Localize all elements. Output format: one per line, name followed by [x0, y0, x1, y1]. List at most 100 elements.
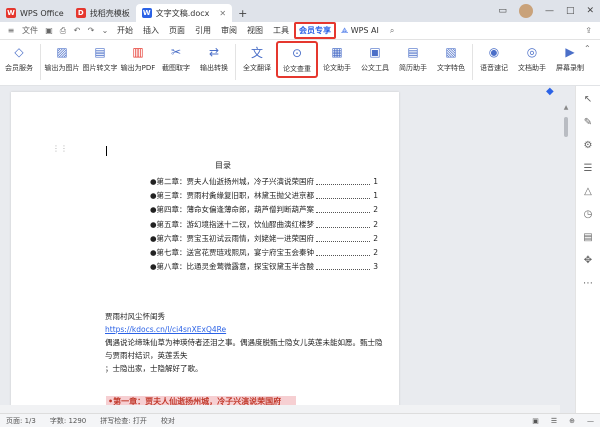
button-label: 图片转文字: [82, 64, 118, 72]
web-view-icon[interactable]: ⊕: [569, 417, 575, 425]
menu-view[interactable]: 视图: [242, 25, 268, 36]
text-feature-button[interactable]: ▧ 文字特色: [432, 44, 470, 73]
undo-icon[interactable]: ↶: [70, 26, 84, 35]
menu-bar: ≡ 文件 ▣ ⎙ ↶ ↷ ⌄ 开始 插入 页面 引用 审阅 视图 工具 会员专享…: [0, 22, 600, 40]
compass-icon[interactable]: ✥: [584, 255, 592, 266]
leader-dots: [316, 221, 370, 228]
paper-assistant-button[interactable]: ▦ 论文助手: [318, 44, 356, 73]
resume-assistant-button[interactable]: ▤ 简历助手: [394, 44, 432, 73]
vertical-scrollbar[interactable]: ▲: [560, 86, 572, 413]
proofread-button[interactable]: 校对: [161, 416, 175, 426]
spellcheck-toggle[interactable]: 拼写检查: 打开: [100, 416, 147, 426]
word-doc-icon: W: [141, 8, 152, 18]
location-pin-icon[interactable]: ◆: [546, 86, 554, 97]
more-dots-icon[interactable]: ⋯: [583, 278, 593, 289]
menu-tools[interactable]: 工具: [268, 25, 294, 36]
menu-insert[interactable]: 插入: [138, 25, 164, 36]
screenshot-text-button[interactable]: ✂ 截图取字: [157, 44, 195, 73]
history-icon[interactable]: ◷: [584, 209, 593, 220]
translate-button[interactable]: 文全文翻译: [238, 44, 276, 73]
paragraph: 贾雨村风尘怀闺秀: [105, 312, 165, 321]
style-icon[interactable]: ⚙: [584, 140, 593, 151]
scroll-thumb[interactable]: [564, 117, 568, 137]
screenshot-icon: ✂: [170, 45, 182, 59]
toc-entry[interactable]: ●第二章：贾夫人仙逝扬州城，冷子兴演说荣国府 1: [150, 174, 378, 188]
button-label: 截图取字: [162, 64, 190, 72]
shapes-icon[interactable]: △: [584, 186, 592, 197]
toc-entry[interactable]: ●第五章：游幻境指迷十二钗，饮仙醪曲演红楼梦 2: [150, 217, 378, 231]
edit-icon[interactable]: ✎: [584, 117, 592, 128]
export-image-button[interactable]: ▨ 输出为图片: [43, 44, 81, 73]
word-count[interactable]: 字数: 1290: [50, 416, 86, 426]
paragraph: ；士隐出家，士隐解好了歌。: [105, 364, 203, 373]
outline-icon[interactable]: ☰: [551, 417, 557, 425]
view-mode-icon[interactable]: ▣: [532, 417, 539, 425]
menu-member[interactable]: 会员专享: [294, 22, 336, 39]
button-label: 论文查重: [283, 65, 311, 73]
toc-page: 3: [373, 262, 378, 272]
document-link[interactable]: https://kdocs.cn/l/ci4snXExQ4Re: [105, 323, 385, 336]
redo-icon[interactable]: ↷: [84, 26, 98, 35]
tab-wps-office[interactable]: W WPS Office: [0, 4, 70, 22]
doc-assistant-button[interactable]: ◎ 文档助手: [513, 44, 551, 73]
official-doc-button[interactable]: ▣ 公文工具: [356, 44, 394, 73]
sliders-icon[interactable]: ☰: [584, 163, 593, 174]
zoom-out-icon[interactable]: —: [587, 417, 594, 425]
toc-page: 2: [373, 219, 378, 229]
clipboard-icon[interactable]: ▤: [583, 232, 592, 243]
menu-icon[interactable]: ≡: [4, 26, 18, 35]
window-list-icon[interactable]: ▭: [498, 6, 507, 16]
close-tab-icon[interactable]: ✕: [219, 9, 226, 18]
menu-home[interactable]: 开始: [112, 25, 138, 36]
toc-entry[interactable]: ●第七章：送宫花贾琏戏熙凤，宴宁府宝玉会秦钟 2: [150, 245, 378, 259]
toc-entry[interactable]: ●第三章：贾雨村夤缘复旧职，林黛玉抛父进京都 1: [150, 188, 378, 202]
close-button[interactable]: ✕: [586, 6, 594, 16]
file-menu-label[interactable]: 文件: [18, 25, 42, 36]
export-convert-button[interactable]: ⇄ 输出转换: [195, 44, 233, 73]
save-icon[interactable]: ▣: [42, 26, 56, 35]
tab-document[interactable]: W 文字文稿.docx ✕: [135, 4, 233, 22]
more-icon[interactable]: ⌄: [98, 26, 112, 35]
tab-docer[interactable]: D 找稻壳模板: [70, 4, 136, 22]
cursor-tool-icon[interactable]: ↖: [584, 94, 592, 105]
divider: [235, 44, 236, 80]
share-button[interactable]: ⇪: [585, 26, 592, 35]
drag-handle-icon[interactable]: ⋮⋮: [52, 144, 68, 153]
button-label: 输出为图片: [44, 64, 80, 72]
member-service-button[interactable]: ◇ 会员服务: [0, 44, 38, 73]
toc-page: 2: [373, 233, 378, 243]
toc-page: 1: [373, 176, 378, 186]
text-feature-icon: ▧: [445, 45, 457, 59]
chevron-up-icon[interactable]: ⌃: [584, 44, 596, 56]
new-tab-button[interactable]: +: [238, 7, 247, 20]
plagiarism-check-icon: ⊙: [291, 46, 303, 60]
maximize-button[interactable]: □: [566, 6, 575, 16]
toc-entry[interactable]: ●第六章：贾宝玉初试云雨情，刘姥姥一进荣国府 2: [150, 231, 378, 245]
translate-icon: 文: [250, 45, 263, 60]
button-label: 文档助手: [518, 64, 546, 72]
search-icon[interactable]: ⌕: [390, 26, 394, 36]
document-body: 贾雨村风尘怀闺秀 https://kdocs.cn/l/ci4snXExQ4Re…: [105, 310, 385, 375]
voice-note-button[interactable]: ◉ 语音速记: [475, 44, 513, 73]
ribbon: ◇ 会员服务 ▨ 输出为图片 ▤ 图片转文字 ▥ 输出为PDF ✂ 截图取字 ⇄ 输出转换 …: [0, 40, 600, 86]
horizontal-scrollbar[interactable]: [0, 405, 560, 413]
page-indicator[interactable]: 页面: 1/3: [6, 416, 36, 426]
toc-title: 目录: [215, 161, 231, 170]
toc-entry[interactable]: ●第八章：比通灵金莺微露意，探宝钗黛玉半含酸 3: [150, 260, 378, 274]
menu-wps-ai[interactable]: ⟁ WPS AI: [336, 26, 384, 36]
menu-references[interactable]: 引用: [190, 25, 216, 36]
avatar[interactable]: [518, 4, 533, 18]
divider: [472, 44, 473, 80]
button-label: 论文助手: [323, 64, 351, 72]
menu-page[interactable]: 页面: [164, 25, 190, 36]
export-pdf-button[interactable]: ▥ 输出为PDF: [119, 44, 157, 73]
scroll-up-icon[interactable]: ▲: [564, 104, 569, 111]
image-to-text-button[interactable]: ▤ 图片转文字: [81, 44, 119, 73]
plagiarism-check-button[interactable]: ⊙ 论文查重: [276, 41, 318, 78]
status-bar: 页面: 1/3 字数: 1290 拼写检查: 打开 校对 ▣ ☰ ⊕ —: [0, 413, 600, 427]
toc-entry[interactable]: ●第四章：薄命女偏逢薄命郎，葫芦僧判断葫芦案 2: [150, 203, 378, 217]
print-icon[interactable]: ⎙: [56, 26, 70, 36]
minimize-button[interactable]: —: [545, 6, 554, 16]
toc: ●第二章：贾夫人仙逝扬州城，冷子兴演说荣国府 1 ●第三章：贾雨村夤缘复旧职，林黛…: [150, 174, 378, 274]
menu-review[interactable]: 审阅: [216, 25, 242, 36]
